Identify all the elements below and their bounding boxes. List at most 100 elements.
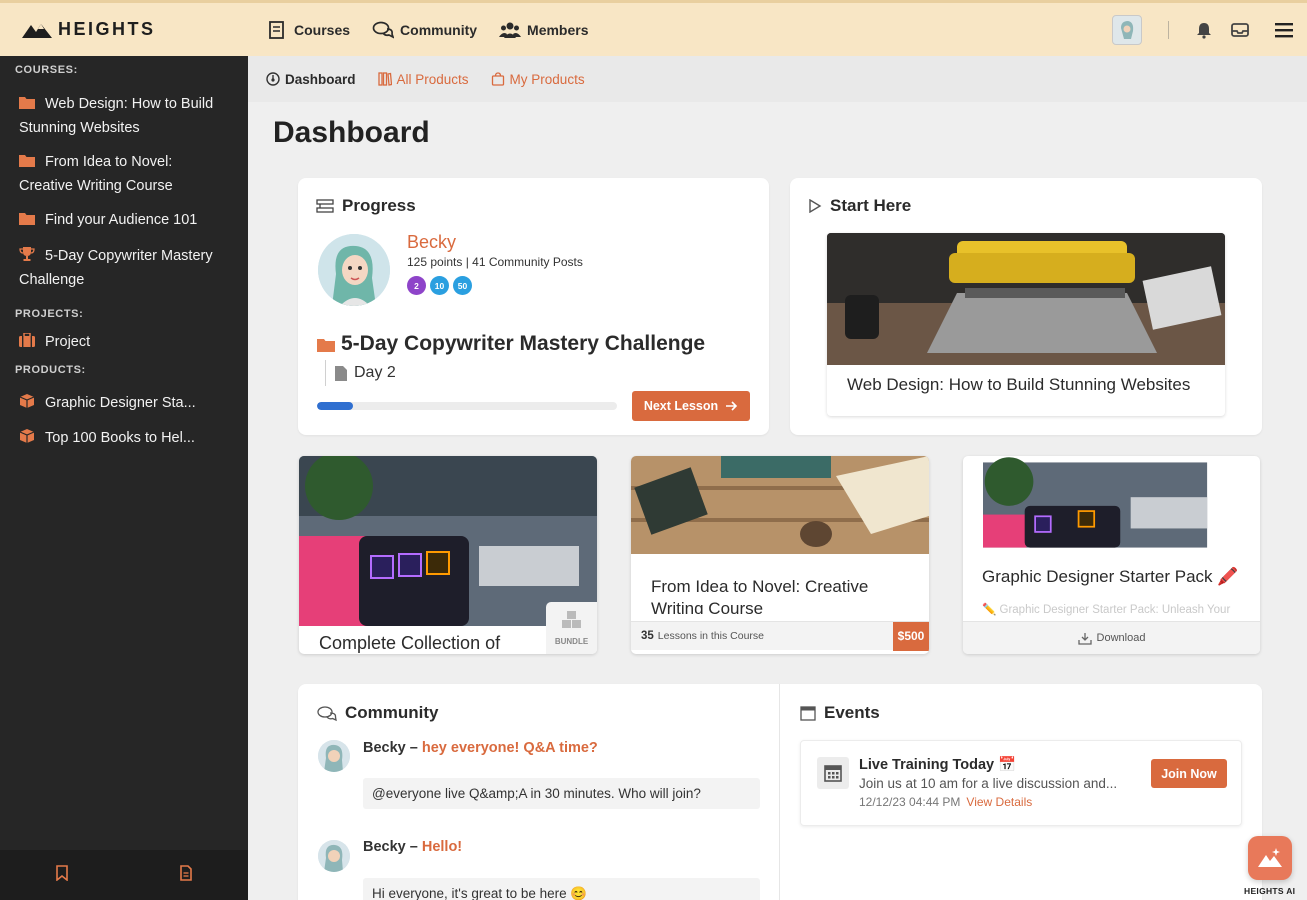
next-lesson-button[interactable]: Next Lesson xyxy=(632,391,750,421)
subnav-all-products-label: All Products xyxy=(396,71,469,87)
sidebar-product-graphic-designer[interactable]: Graphic Designer Sta... xyxy=(0,382,248,415)
top-nav: Courses Community Members xyxy=(248,20,1112,40)
sidebar-course-novel[interactable]: From Idea to Novel: Creative Writing Cou… xyxy=(0,140,248,198)
subnav-dashboard[interactable]: Dashboard xyxy=(266,72,356,87)
progress-card: Progress Becky 125 points | 41 Community… xyxy=(298,178,769,435)
sidebar-course-copywriter[interactable]: 5-Day Copywriter Mastery Challenge xyxy=(0,232,248,292)
download-button[interactable]: Download xyxy=(963,621,1260,654)
post-author: Becky xyxy=(363,740,406,756)
price-badge: $500 xyxy=(893,621,929,651)
nav-courses[interactable]: Courses xyxy=(266,20,350,40)
sidebar-item-label: Graphic Designer Sta... xyxy=(45,395,196,411)
sidebar: COURSES: Web Design: How to Build Stunni… xyxy=(0,56,248,900)
avatar-image xyxy=(1121,20,1134,39)
lesson-count: 35 xyxy=(641,630,654,642)
user-name[interactable]: Becky xyxy=(407,232,456,253)
sidebar-products-heading: PRODUCTS: xyxy=(15,364,86,376)
sidebar-footer xyxy=(0,850,248,900)
product-card-graphic-designer[interactable]: Graphic Designer Starter Pack 🖍️ ✏️ Grap… xyxy=(963,456,1260,654)
post-author: Becky xyxy=(363,839,406,855)
post-title: Hello! xyxy=(421,839,463,855)
subnav-my-products[interactable]: My Products xyxy=(491,72,585,87)
badge-points-10[interactable]: 10 xyxy=(430,276,449,295)
sidebar-product-top-books[interactable]: Top 100 Books to Hel... xyxy=(0,415,248,450)
brand-logo[interactable]: HEIGHTS xyxy=(0,19,248,40)
start-here-course[interactable]: Web Design: How to Build Stunning Websit… xyxy=(827,233,1225,416)
start-here-image xyxy=(827,233,1225,365)
subnav-all-products[interactable]: All Products xyxy=(377,71,469,87)
sidebar-project[interactable]: Project xyxy=(0,322,248,354)
bookmark-icon[interactable] xyxy=(55,864,69,886)
post-avatar[interactable] xyxy=(318,740,350,772)
sidebar-item-label: Web Design: How to Build Stunning Websit… xyxy=(19,96,214,136)
top-bar: HEIGHTS Courses Community Members xyxy=(0,0,1307,56)
sparkle-mountain-icon xyxy=(1258,848,1282,867)
post-header[interactable]: Becky – Hello! xyxy=(363,839,462,855)
sidebar-item-label: 5-Day Copywriter Mastery Challenge xyxy=(19,248,213,288)
sidebar-item-label: From Idea to Novel: Creative Writing Cou… xyxy=(19,154,173,194)
nav-members-label: Members xyxy=(527,21,589,38)
current-lesson[interactable]: Day 2 xyxy=(335,364,396,382)
course-progress-bar xyxy=(317,402,617,410)
download-label: Download xyxy=(1096,632,1146,644)
event-item[interactable]: Live Training Today 📅 Join us at 10 am f… xyxy=(800,740,1242,826)
divider xyxy=(325,360,326,386)
product-card-bundle[interactable]: Complete Collection of BUNDLE xyxy=(299,456,597,654)
product-card-novel[interactable]: From Idea to Novel: Creative Writing Cou… xyxy=(631,456,929,654)
post-body: @everyone live Q&amp;A in 30 minutes. Wh… xyxy=(363,778,760,809)
nav-members[interactable]: Members xyxy=(499,20,589,40)
books-icon xyxy=(377,72,392,86)
dashboard-gauge-icon xyxy=(266,72,280,86)
briefcase-icon xyxy=(19,333,35,347)
course-progress-fill xyxy=(317,402,353,410)
bag-icon xyxy=(491,72,504,86)
chat-bubbles-icon xyxy=(372,21,395,38)
sidebar-item-label: Top 100 Books to Hel... xyxy=(45,430,195,446)
folder-icon xyxy=(19,97,35,109)
lesson-count-label: Lessons in this Course xyxy=(657,630,765,642)
event-date-row: 12/12/23 04:44 PM View Details xyxy=(859,795,1032,809)
inbox-icon[interactable] xyxy=(1229,19,1251,41)
badge-value: 10 xyxy=(434,280,445,291)
start-here-heading-label: Start Here xyxy=(830,196,912,215)
bundle-badge: BUNDLE xyxy=(546,602,597,654)
heights-ai-button[interactable] xyxy=(1248,836,1292,880)
product-image xyxy=(631,456,929,554)
badge-points-50[interactable]: 50 xyxy=(453,276,472,295)
user-stats: 125 points | 41 Community Posts xyxy=(407,255,583,269)
current-course-title[interactable]: 5-Day Copywriter Mastery Challenge xyxy=(317,332,705,356)
product-image xyxy=(983,457,1208,548)
laptop-photo xyxy=(827,233,1225,365)
event-title: Live Training Today 📅 xyxy=(859,757,1017,773)
sidebar-course-web-design[interactable]: Web Design: How to Build Stunning Websit… xyxy=(0,78,248,140)
post-header[interactable]: Becky – hey everyone! Q&A time? xyxy=(363,740,598,756)
badge-value: 50 xyxy=(457,280,468,291)
post-title: hey everyone! Q&A time? xyxy=(421,740,598,756)
user-avatar-large[interactable] xyxy=(318,234,390,306)
current-lesson-label: Day 2 xyxy=(354,364,396,381)
join-now-button[interactable]: Join Now xyxy=(1151,759,1227,788)
notifications-bell-icon[interactable] xyxy=(1193,19,1215,41)
arrow-right-icon xyxy=(726,401,738,411)
subnav-my-products-label: My Products xyxy=(509,71,585,87)
post-avatar[interactable] xyxy=(318,840,350,872)
product-subtitle: ✏️ Graphic Designer Starter Pack: Unleas… xyxy=(982,604,1231,616)
subnav-dashboard-label: Dashboard xyxy=(285,71,356,87)
document-icon xyxy=(335,365,347,381)
badge-list: 2 10 50 xyxy=(407,276,472,295)
start-here-heading: Start Here xyxy=(808,196,911,216)
event-date: 12/12/23 04:44 PM xyxy=(859,795,961,809)
view-details-link[interactable]: View Details xyxy=(966,795,1032,809)
start-here-card: Start Here Web Design: How to Build Stun… xyxy=(790,178,1262,435)
user-avatar[interactable] xyxy=(1112,14,1142,45)
events-heading-label: Events xyxy=(824,703,880,722)
box-icon xyxy=(19,394,35,408)
badge-level[interactable]: 2 xyxy=(407,276,426,295)
document-icon[interactable] xyxy=(179,864,193,886)
hamburger-menu-icon[interactable] xyxy=(1273,19,1295,41)
calendar-icon xyxy=(800,706,816,721)
nav-community[interactable]: Community xyxy=(372,20,477,40)
community-events-card: Community Becky – hey everyone! Q&A time… xyxy=(298,684,1262,900)
sidebar-course-audience[interactable]: Find your Audience 101 xyxy=(0,198,248,232)
book-icon xyxy=(269,20,284,39)
